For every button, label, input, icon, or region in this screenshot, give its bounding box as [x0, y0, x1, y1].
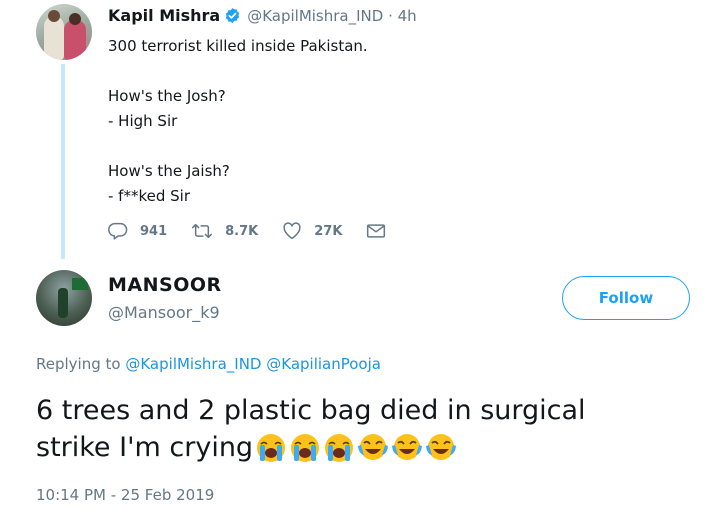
- avatar-figure-right: [64, 20, 86, 60]
- avatar-flag: [72, 278, 88, 290]
- parent-tweet-line: 300 terrorist killed inside Pakistan.: [108, 37, 368, 55]
- heart-icon: [282, 222, 302, 240]
- main-author-handle[interactable]: @Mansoor_k9: [108, 303, 220, 322]
- reply-count: 941: [140, 223, 168, 239]
- time-separator: ·: [383, 6, 398, 25]
- replying-to-prefix: Replying to: [36, 355, 121, 373]
- thread-connector-line: [61, 64, 65, 259]
- retweet-button[interactable]: 8.7K: [191, 222, 258, 240]
- avatar-head-right: [69, 13, 81, 25]
- avatar-figure: [58, 288, 68, 318]
- parent-tweet-line: [108, 59, 368, 84]
- parent-author-name[interactable]: Kapil Mishra: [108, 6, 220, 25]
- loudly-crying-face-icon: [255, 432, 287, 464]
- parent-tweet-header: Kapil Mishra @KapilMishra_IND · 4h: [108, 6, 417, 25]
- parent-tweet-line: How's the Josh?: [108, 87, 226, 105]
- follow-button[interactable]: Follow: [562, 276, 690, 320]
- direct-message-button[interactable]: [366, 223, 386, 239]
- main-tweet-line-2: strike I'm crying: [36, 429, 696, 466]
- replying-to-line: Replying to @KapilMishra_IND @KapilianPo…: [36, 355, 381, 373]
- avatar-figure-left: [44, 16, 64, 60]
- avatar-head-left: [48, 10, 60, 22]
- parent-tweet-line: How's the Jaish?: [108, 162, 230, 180]
- parent-tweet-text: 300 terrorist killed inside Pakistan. Ho…: [108, 34, 368, 209]
- main-tweet-line-2-text: strike I'm crying: [36, 432, 254, 463]
- face-with-tears-of-joy-icon: [357, 432, 389, 464]
- parent-tweet-line: - f**ked Sir: [108, 187, 190, 205]
- face-with-tears-of-joy-icon: [391, 432, 423, 464]
- like-button[interactable]: 27K: [282, 222, 342, 240]
- reply-button[interactable]: 941: [108, 222, 167, 240]
- verified-badge-icon: [224, 7, 241, 24]
- like-count: 27K: [314, 223, 343, 239]
- parent-tweet-actions: 941 8.7K 27K: [108, 222, 410, 240]
- parent-tweet-line: - High Sir: [108, 112, 178, 130]
- retweet-count: 8.7K: [225, 223, 259, 239]
- loudly-crying-face-icon: [289, 432, 321, 464]
- tweet-timestamp[interactable]: 10:14 PM - 25 Feb 2019: [36, 486, 214, 504]
- kapil-mishra-avatar[interactable]: [36, 4, 92, 60]
- main-tweet-line-1: 6 trees and 2 plastic bag died in surgic…: [36, 395, 586, 426]
- main-author-name[interactable]: MANSOOR: [108, 274, 222, 296]
- replying-to-link-kapilmishra[interactable]: @KapilMishra_IND: [125, 355, 261, 373]
- envelope-icon: [366, 223, 386, 239]
- parent-tweet-line: [108, 134, 368, 159]
- parent-tweet-time[interactable]: 4h: [398, 7, 417, 25]
- loudly-crying-face-icon: [323, 432, 355, 464]
- face-with-tears-of-joy-icon: [425, 432, 457, 464]
- main-tweet-text: 6 trees and 2 plastic bag died in surgic…: [36, 392, 696, 466]
- reply-icon: [108, 222, 128, 240]
- mansoor-avatar[interactable]: [36, 270, 92, 326]
- replying-to-link-kapilianpooja[interactable]: @KapilianPooja: [266, 355, 381, 373]
- parent-author-handle[interactable]: @KapilMishra_IND: [247, 7, 383, 25]
- retweet-icon: [191, 222, 213, 240]
